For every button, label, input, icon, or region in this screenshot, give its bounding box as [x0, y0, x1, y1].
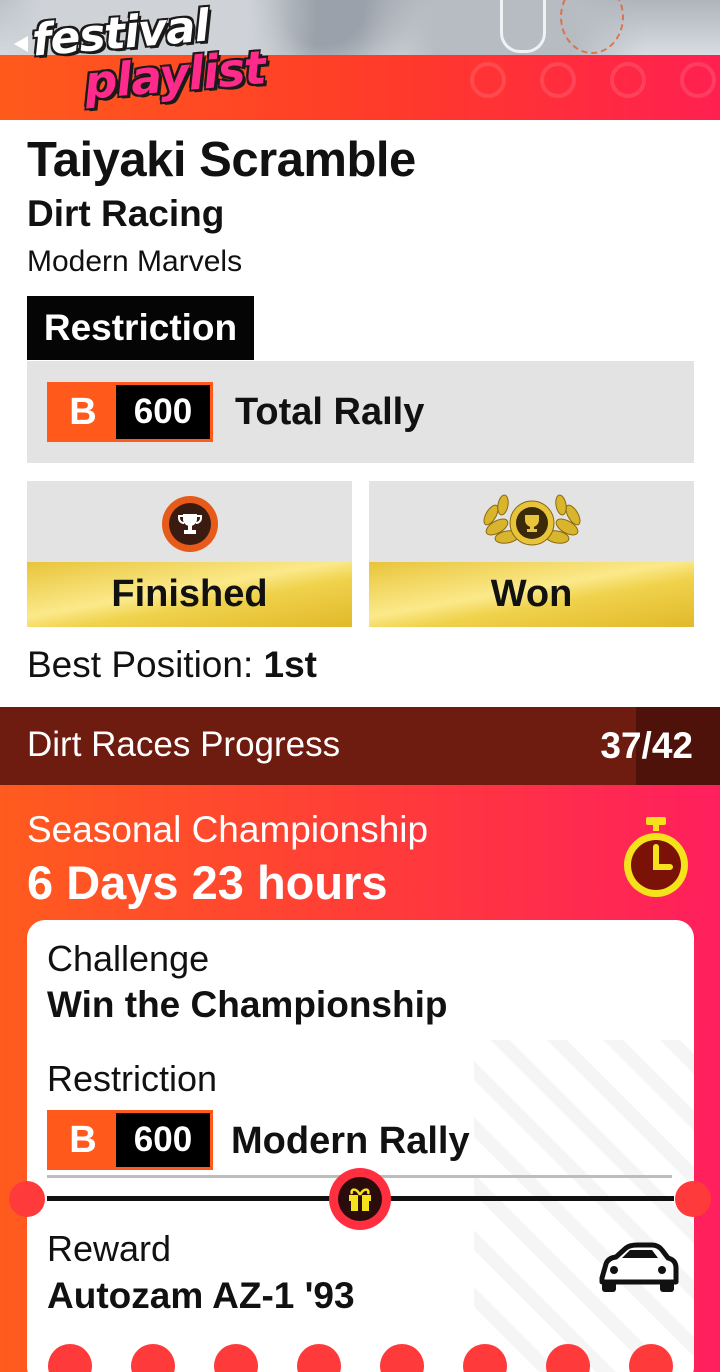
car-class-name: Modern Rally: [231, 1120, 470, 1162]
restriction-heading: Restriction: [27, 296, 254, 360]
decorative-stripes: [474, 1040, 694, 1372]
stopwatch-icon: [624, 817, 688, 897]
class-pi: 600: [116, 1113, 210, 1167]
challenge-label: Challenge: [47, 938, 210, 979]
pattern-ring: [470, 62, 506, 98]
medal-card-won: Won: [369, 481, 694, 627]
seasonal-championship-panel: Seasonal Championship 6 Days 23 hours Ch…: [0, 785, 720, 1372]
championship-time-left: 6 Days 23 hours: [27, 856, 388, 909]
festival-playlist-logo: festival playlist: [14, 0, 314, 114]
car-icon: [599, 1242, 679, 1292]
car-class-badge: B 600: [47, 1110, 213, 1170]
reward-label: Reward: [47, 1228, 172, 1269]
gift-icon: [329, 1168, 391, 1230]
restriction-panel: B 600 Total Rally: [27, 361, 694, 463]
ticket-notch-left: [9, 1181, 45, 1217]
reward-value: Autozam AZ-1 '93: [47, 1275, 355, 1316]
best-position: Best Position: 1st: [27, 644, 317, 686]
map-road: [500, 0, 546, 53]
medal-card-finished: Finished: [27, 481, 352, 627]
event-type: Dirt Racing: [27, 193, 225, 234]
best-position-value: 1st: [263, 644, 317, 685]
car-class-badge: B 600: [47, 382, 213, 442]
header-banner: festival playlist: [0, 0, 720, 120]
pattern-ring: [540, 62, 576, 98]
ticket-restriction-label: Restriction: [47, 1058, 218, 1099]
car-class-name: Total Rally: [235, 391, 425, 433]
challenge-ticket-card[interactable]: Challenge Win the Championship Restricti…: [27, 920, 694, 1372]
class-letter: B: [50, 385, 116, 439]
ticket-notch-right: [675, 1181, 711, 1217]
back-arrow-icon[interactable]: [14, 36, 28, 52]
class-pi: 600: [116, 385, 210, 439]
challenge-value: Win the Championship: [47, 984, 448, 1025]
laurel-trophy-icon: [483, 494, 581, 546]
event-category: Modern Marvels: [27, 245, 243, 278]
medal-label-won: Won: [369, 562, 694, 627]
medal-label-finished: Finished: [27, 562, 352, 627]
pattern-ring: [680, 62, 716, 98]
event-title: Taiyaki Scramble: [27, 133, 416, 187]
trophy-icon: [162, 496, 218, 552]
progress-label: Dirt Races Progress: [27, 725, 341, 764]
championship-label: Seasonal Championship: [27, 809, 429, 850]
dirt-races-progress-bar: Dirt Races Progress 37/42: [0, 707, 720, 785]
pattern-ring: [610, 62, 646, 98]
class-letter: B: [50, 1113, 116, 1167]
progress-count: 37/42: [600, 725, 693, 766]
best-position-label: Best Position:: [27, 644, 254, 685]
